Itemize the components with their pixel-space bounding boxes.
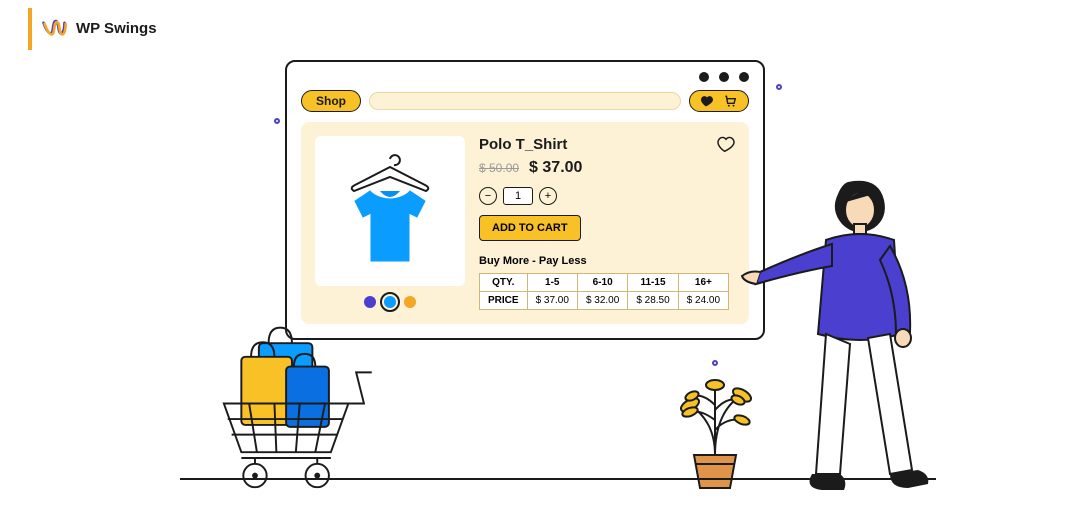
brand-name: WP Swings — [76, 20, 157, 37]
heart-outline-icon — [717, 136, 735, 152]
window-control-dot — [719, 72, 729, 82]
table-header: 11-15 — [628, 274, 678, 292]
shopping-cart-illustration — [200, 314, 380, 494]
brand-accent — [28, 8, 32, 50]
product-info: Polo T_Shirt $ 50.00 $ 37.00 − 1 + ADD T… — [479, 136, 735, 310]
new-price: $ 37.00 — [529, 159, 582, 177]
decorative-dot — [776, 84, 782, 90]
price-row: $ 50.00 $ 37.00 — [479, 159, 735, 177]
table-cell: $ 32.00 — [577, 292, 627, 310]
qty-minus-button[interactable]: − — [479, 187, 497, 205]
cart-icon — [722, 94, 738, 108]
table-row: PRICE $ 37.00 $ 32.00 $ 28.50 $ 24.00 — [480, 292, 729, 310]
table-cell: $ 24.00 — [678, 292, 728, 310]
product-card: Polo T_Shirt $ 50.00 $ 37.00 − 1 + ADD T… — [301, 122, 749, 324]
qty-value: 1 — [503, 187, 533, 205]
product-title: Polo T_Shirt — [479, 136, 735, 153]
table-row-label: PRICE — [480, 292, 528, 310]
shop-header: Shop — [301, 90, 749, 112]
tier-pricing-title: Buy More - Pay Less — [479, 255, 735, 267]
shop-pill[interactable]: Shop — [301, 90, 361, 112]
fav-cart-pill[interactable] — [689, 90, 749, 112]
table-row: QTY. 1-5 6-10 11-15 16+ — [480, 274, 729, 292]
brand-logo-icon — [40, 14, 68, 42]
quantity-stepper: − 1 + — [479, 187, 735, 205]
person-illustration — [740, 174, 940, 494]
tier-pricing-table: QTY. 1-5 6-10 11-15 16+ PRICE $ 37.00 $ … — [479, 273, 729, 310]
swatch-orange[interactable] — [404, 296, 416, 308]
swatch-purple[interactable] — [364, 296, 376, 308]
window-control-dot — [699, 72, 709, 82]
window-control-dot — [739, 72, 749, 82]
heart-icon — [700, 95, 714, 107]
search-input[interactable] — [369, 92, 681, 110]
add-to-cart-button[interactable]: ADD TO CART — [479, 215, 581, 241]
window-titlebar — [301, 72, 749, 82]
brand: WP Swings — [40, 14, 157, 42]
table-header: 6-10 — [577, 274, 627, 292]
table-header: 16+ — [678, 274, 728, 292]
swatch-blue[interactable] — [384, 296, 396, 308]
favorite-button[interactable] — [717, 136, 735, 157]
table-cell: $ 28.50 — [628, 292, 678, 310]
product-image-column — [315, 136, 465, 310]
table-header: QTY. — [480, 274, 528, 292]
decorative-dot — [274, 118, 280, 124]
browser-window: Shop — [285, 60, 765, 340]
qty-plus-button[interactable]: + — [539, 187, 557, 205]
table-cell: $ 37.00 — [527, 292, 577, 310]
product-image — [315, 136, 465, 286]
old-price: $ 50.00 — [479, 161, 519, 175]
color-swatches — [315, 296, 465, 308]
table-header: 1-5 — [527, 274, 577, 292]
ground-line — [180, 478, 936, 480]
illustration-stage: Shop — [180, 60, 900, 490]
